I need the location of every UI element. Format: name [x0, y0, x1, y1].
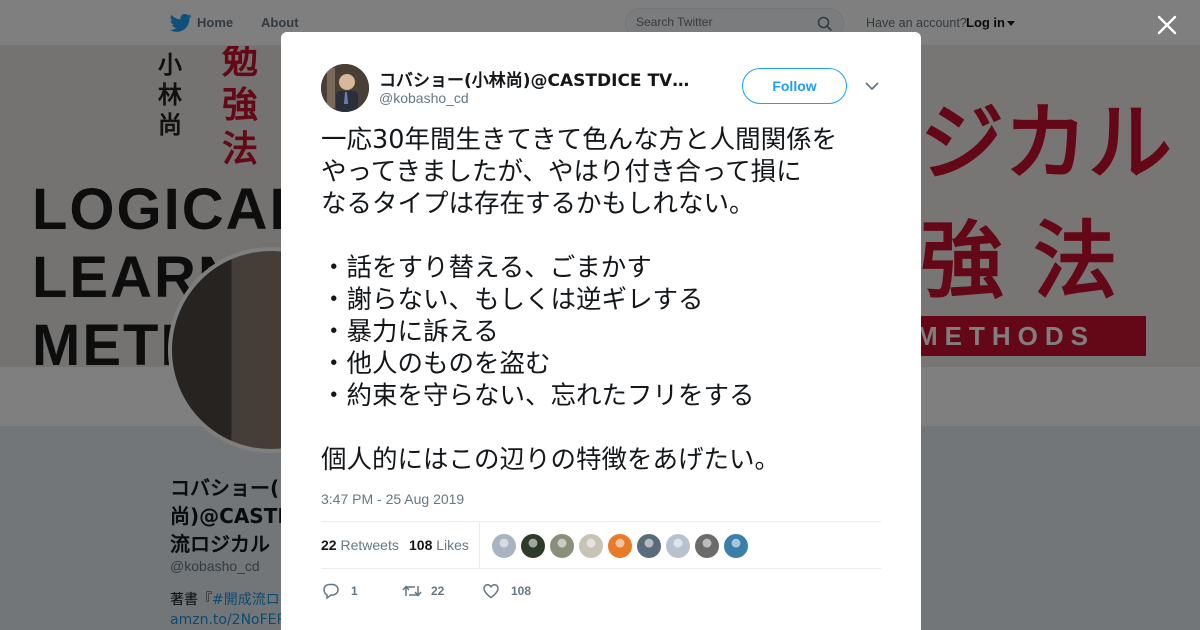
- likes-stat[interactable]: 108 Likes: [409, 537, 469, 553]
- tweet-stats: 22 Retweets 108 Likes: [321, 521, 881, 569]
- tweet-text-line: ・話をすり替える、ごまかす: [321, 253, 652, 283]
- tweet-text-line: やってきましたが、やはり付き合って損に: [321, 157, 802, 187]
- retweets-label: Retweets: [340, 537, 399, 553]
- reply-button[interactable]: 1: [321, 581, 361, 601]
- tweet-text-line: ・謝らない、もしくは逆ギレする: [321, 285, 704, 315]
- retweet-count: 22: [431, 584, 445, 598]
- tweet-text-line: ・約束を守らない、忘れたフリをする: [321, 381, 755, 411]
- tweet-text-blank: [321, 220, 891, 252]
- tweet-text-line: 個人的にはこの辺りの特徴をあげたい。: [321, 445, 781, 475]
- liker-avatar[interactable]: [521, 534, 545, 558]
- retweets-count: 22: [321, 537, 337, 553]
- avatar-image: [321, 64, 369, 112]
- close-icon[interactable]: [1155, 13, 1179, 37]
- stats-divider: [479, 522, 480, 568]
- liker-avatar[interactable]: [579, 534, 603, 558]
- tweet-author-avatar[interactable]: [321, 64, 369, 112]
- tweet-text-line: 一応30年間生きてきて色んな方と人間関係を: [321, 125, 838, 155]
- follow-button[interactable]: Follow: [742, 68, 847, 104]
- liker-avatar[interactable]: [550, 534, 574, 558]
- liker-avatar[interactable]: [724, 534, 748, 558]
- tweet-text-line: ・他人のものを盗む: [321, 349, 551, 379]
- tweet-author-name[interactable]: コバショー(小林尚)@CASTDICE TV…: [379, 66, 699, 91]
- tweet-modal: コバショー(小林尚)@CASTDICE TV… @kobasho_cd Foll…: [281, 32, 921, 630]
- tweet-text-blank: [321, 412, 891, 444]
- chevron-down-icon[interactable]: [864, 80, 880, 92]
- like-button[interactable]: 108: [481, 581, 551, 601]
- tweet-timestamp[interactable]: 3:47 PM - 25 Aug 2019: [321, 491, 464, 507]
- liker-avatar[interactable]: [695, 534, 719, 558]
- retweet-icon: [402, 585, 422, 597]
- tweet-text-line: ・暴力に訴える: [321, 317, 499, 347]
- liker-avatar[interactable]: [666, 534, 690, 558]
- liker-avatar[interactable]: [637, 534, 661, 558]
- tweet-author-handle[interactable]: @kobasho_cd: [379, 90, 469, 106]
- reply-count: 1: [351, 584, 358, 598]
- liker-avatar[interactable]: [608, 534, 632, 558]
- like-count: 108: [511, 584, 532, 598]
- heart-icon: [483, 583, 499, 599]
- tweet-text: 一応30年間生きてきて色んな方と人間関係を やってきましたが、やはり付き合って損…: [321, 124, 891, 476]
- reply-icon: [323, 583, 339, 600]
- retweets-stat[interactable]: 22 Retweets: [321, 537, 399, 553]
- likes-label: Likes: [436, 537, 469, 553]
- retweet-button[interactable]: 22: [401, 581, 461, 601]
- tweet-actions: 1 22 108: [321, 579, 881, 603]
- tweet-text-line: なるタイプは存在するかもしれない。: [321, 189, 755, 219]
- liker-avatar[interactable]: [492, 534, 516, 558]
- likes-count: 108: [409, 537, 433, 553]
